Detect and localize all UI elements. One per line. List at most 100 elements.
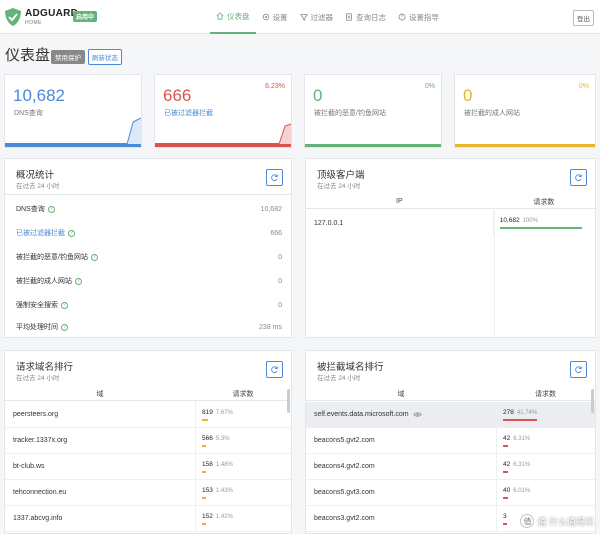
row-label: 被拦截的成人网站 bbox=[16, 278, 72, 285]
table-row[interactable]: beacons4.gvt2.com 42 6.31% bbox=[306, 454, 595, 480]
request-percent: 41.74% bbox=[516, 409, 538, 416]
request-cell: 40 6.01% bbox=[496, 480, 595, 505]
overview-row: DNS查询? 10,682 bbox=[16, 197, 282, 221]
log-icon bbox=[346, 13, 352, 21]
question-icon[interactable]: ? bbox=[68, 229, 75, 237]
domain-name[interactable]: beacons3.gvt2.com bbox=[314, 515, 375, 522]
nav-query-log[interactable]: 查询日志 bbox=[339, 0, 392, 34]
eye-icon[interactable] bbox=[412, 411, 422, 418]
nav-settings[interactable]: 设置 bbox=[256, 0, 294, 34]
stat-value: 10,682 bbox=[13, 86, 65, 105]
refresh-status-button[interactable]: 刷新状态 bbox=[88, 49, 122, 65]
request-percent: 5.3% bbox=[215, 435, 230, 442]
table-row[interactable]: self.events.data.microsoft.com 278 41.74% bbox=[306, 402, 595, 428]
home-icon bbox=[216, 12, 224, 20]
row-value: 666 bbox=[270, 229, 282, 237]
table-row[interactable]: 127.0.0.1 10,682 100% bbox=[306, 210, 595, 236]
nav-filters[interactable]: 过滤器 bbox=[294, 0, 340, 34]
refresh-button[interactable] bbox=[266, 361, 283, 378]
request-cell: 819 7.67% bbox=[195, 402, 291, 427]
refresh-button[interactable] bbox=[266, 169, 283, 186]
request-bar bbox=[503, 418, 537, 421]
logout-button[interactable]: 登出 bbox=[573, 10, 594, 26]
table-row[interactable]: 1337.abcvg.info 152 1.42% bbox=[5, 506, 291, 532]
request-percent: 6.01% bbox=[513, 487, 531, 494]
request-cell: 152 1.42% bbox=[195, 506, 291, 531]
row-value: 10,682 bbox=[260, 205, 282, 213]
scrollbar[interactable] bbox=[287, 389, 290, 413]
domain-name[interactable]: self.events.data.microsoft.com bbox=[314, 411, 409, 418]
domain-cell: self.events.data.microsoft.com bbox=[306, 402, 496, 427]
panel-subtitle: 在过去 24 小时 bbox=[16, 183, 60, 190]
row-label: 被拦截的恶意/钓鱼网站 bbox=[16, 254, 88, 261]
refresh-button[interactable] bbox=[570, 169, 587, 186]
nav-setup-guide[interactable]: ? 设置指导 bbox=[392, 0, 445, 34]
disable-protection-button[interactable]: 禁用保护 bbox=[51, 50, 85, 64]
table-row[interactable]: peersteers.org 819 7.67% bbox=[5, 402, 291, 428]
panel-subtitle: 在过去 24 小时 bbox=[317, 375, 361, 382]
table-row[interactable]: tracker.1337x.org 566 5.3% bbox=[5, 428, 291, 454]
adguard-logo-icon[interactable] bbox=[4, 7, 22, 27]
domain-cell: beacons3.gvt2.com bbox=[306, 506, 496, 531]
column-header-requests[interactable]: 请求数 bbox=[493, 195, 595, 208]
row-value: 0 bbox=[278, 301, 282, 309]
panel-title: 被拦截域名排行 bbox=[317, 362, 384, 373]
stat-label: 被拦截的成人网站 bbox=[464, 110, 520, 117]
row-label: 平均处理时间 bbox=[16, 324, 58, 331]
domain-cell: peersteers.org bbox=[5, 402, 195, 427]
stat-value: 666 bbox=[163, 86, 192, 105]
request-bar bbox=[202, 522, 206, 525]
question-icon[interactable]: ? bbox=[47, 205, 55, 213]
domain-name[interactable]: tracker.1337x.org bbox=[13, 437, 67, 444]
domain-name[interactable]: beacons4.gvt2.com bbox=[314, 463, 375, 470]
question-icon[interactable]: ? bbox=[90, 253, 98, 261]
help-icon: ? bbox=[398, 13, 406, 21]
question-icon[interactable]: ? bbox=[61, 301, 68, 309]
request-count: 10,682 bbox=[499, 217, 520, 224]
column-header-requests[interactable]: 请求数 bbox=[496, 387, 595, 400]
row-value: 238 ms bbox=[259, 323, 282, 331]
request-cell: 278 41.74% bbox=[496, 402, 595, 427]
table-row[interactable]: beacons5.gvt2.com 42 6.31% bbox=[306, 428, 595, 454]
nav-dashboard[interactable]: 仪表盘 bbox=[210, 0, 256, 34]
domain-name[interactable]: tehconnection.eu bbox=[13, 489, 66, 496]
client-ip: 127.0.0.1 bbox=[314, 219, 344, 227]
domain-cell: beacons5.gvt2.com bbox=[306, 428, 496, 453]
panel-title: 请求域名排行 bbox=[16, 362, 74, 373]
sparkline-chart bbox=[5, 117, 141, 144]
nav-dashboard-label: 仪表盘 bbox=[227, 11, 250, 21]
column-header-domain[interactable]: 域 bbox=[5, 387, 195, 400]
row-label[interactable]: 已被过滤器拦截 bbox=[16, 228, 65, 238]
domain-name[interactable]: beacons5.gvt2.com bbox=[314, 437, 375, 444]
column-divider bbox=[494, 210, 495, 337]
table-row[interactable]: beacons5.gvt3.com 40 6.01% bbox=[306, 480, 595, 506]
request-percent: 100% bbox=[522, 218, 538, 224]
column-header-requests[interactable]: 请求数 bbox=[195, 387, 291, 400]
request-count: 152 bbox=[202, 512, 213, 520]
domain-cell: 1337.abcvg.info bbox=[5, 506, 195, 531]
column-header-domain[interactable]: 域 bbox=[306, 387, 496, 400]
request-count: 278 bbox=[503, 408, 514, 416]
column-header-ip[interactable]: IP bbox=[306, 195, 493, 208]
watermark: 值 值 什么值得买 bbox=[520, 514, 594, 528]
question-icon[interactable]: ? bbox=[75, 277, 82, 285]
domain-name[interactable]: peersteers.org bbox=[13, 411, 58, 418]
domain-name[interactable]: bt-club.ws bbox=[13, 463, 45, 470]
domain-cell: beacons5.gvt3.com bbox=[306, 480, 496, 505]
request-bar bbox=[503, 496, 508, 499]
domain-name[interactable]: beacons5.gvt3.com bbox=[314, 489, 375, 496]
scrollbar[interactable] bbox=[591, 389, 594, 413]
refresh-button[interactable] bbox=[570, 361, 587, 378]
overview-row: 已被过滤器拦截? 666 bbox=[16, 221, 282, 245]
domain-name[interactable]: 1337.abcvg.info bbox=[13, 515, 62, 522]
request-bar bbox=[503, 444, 508, 447]
request-percent: 1.42% bbox=[215, 513, 233, 520]
stat-value: 0 bbox=[463, 86, 473, 105]
table-row[interactable]: tehconnection.eu 153 1.43% bbox=[5, 480, 291, 506]
request-percent: 6.31% bbox=[513, 435, 531, 442]
table-row[interactable]: bt-club.ws 158 1.48% bbox=[5, 454, 291, 480]
overview-row: 被拦截的恶意/钓鱼网站? 0 bbox=[16, 245, 282, 269]
panel-title: 顶级客户端 bbox=[317, 170, 365, 181]
question-icon[interactable]: ? bbox=[61, 323, 68, 331]
domain-cell: beacons4.gvt2.com bbox=[306, 454, 496, 479]
